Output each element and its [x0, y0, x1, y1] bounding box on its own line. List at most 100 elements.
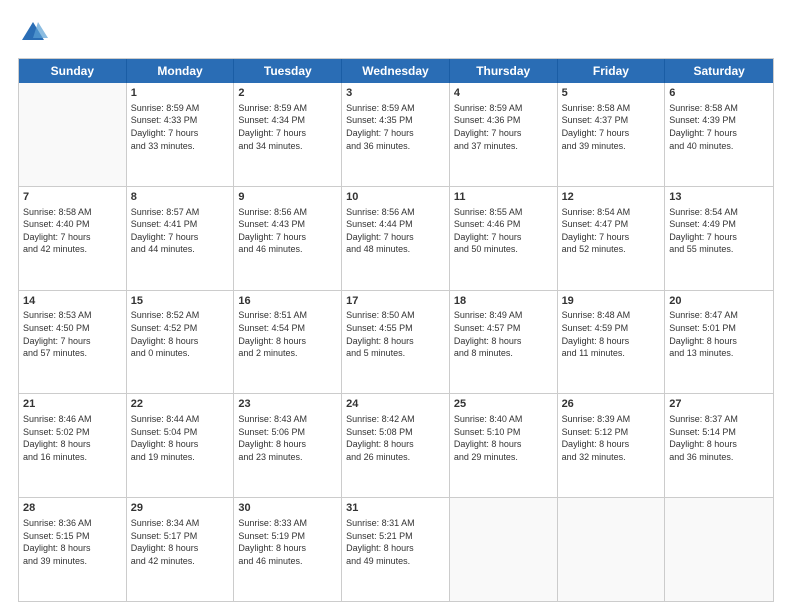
day-info: Sunrise: 8:49 AM Sunset: 4:57 PM Dayligh…: [454, 309, 553, 359]
cal-cell: 30Sunrise: 8:33 AM Sunset: 5:19 PM Dayli…: [234, 498, 342, 601]
day-info: Sunrise: 8:53 AM Sunset: 4:50 PM Dayligh…: [23, 309, 122, 359]
day-number: 16: [238, 294, 337, 309]
day-info: Sunrise: 8:31 AM Sunset: 5:21 PM Dayligh…: [346, 517, 445, 567]
logo: [18, 18, 52, 48]
day-info: Sunrise: 8:59 AM Sunset: 4:33 PM Dayligh…: [131, 102, 230, 152]
cal-cell: 19Sunrise: 8:48 AM Sunset: 4:59 PM Dayli…: [558, 291, 666, 394]
day-info: Sunrise: 8:48 AM Sunset: 4:59 PM Dayligh…: [562, 309, 661, 359]
day-number: 6: [669, 86, 769, 101]
cal-cell: 25Sunrise: 8:40 AM Sunset: 5:10 PM Dayli…: [450, 394, 558, 497]
day-info: Sunrise: 8:58 AM Sunset: 4:40 PM Dayligh…: [23, 206, 122, 256]
day-info: Sunrise: 8:37 AM Sunset: 5:14 PM Dayligh…: [669, 413, 769, 463]
cal-cell: 26Sunrise: 8:39 AM Sunset: 5:12 PM Dayli…: [558, 394, 666, 497]
calendar-row-2: 14Sunrise: 8:53 AM Sunset: 4:50 PM Dayli…: [19, 290, 773, 394]
day-number: 14: [23, 294, 122, 309]
day-info: Sunrise: 8:59 AM Sunset: 4:35 PM Dayligh…: [346, 102, 445, 152]
day-number: 25: [454, 397, 553, 412]
day-number: 27: [669, 397, 769, 412]
cal-cell: 6Sunrise: 8:58 AM Sunset: 4:39 PM Daylig…: [665, 83, 773, 186]
cal-cell: [665, 498, 773, 601]
cal-cell: 20Sunrise: 8:47 AM Sunset: 5:01 PM Dayli…: [665, 291, 773, 394]
day-number: 30: [238, 501, 337, 516]
day-number: 9: [238, 190, 337, 205]
day-number: 26: [562, 397, 661, 412]
day-info: Sunrise: 8:43 AM Sunset: 5:06 PM Dayligh…: [238, 413, 337, 463]
day-info: Sunrise: 8:57 AM Sunset: 4:41 PM Dayligh…: [131, 206, 230, 256]
page: SundayMondayTuesdayWednesdayThursdayFrid…: [0, 0, 792, 612]
day-number: 7: [23, 190, 122, 205]
day-number: 17: [346, 294, 445, 309]
cal-cell: 12Sunrise: 8:54 AM Sunset: 4:47 PM Dayli…: [558, 187, 666, 290]
day-number: 8: [131, 190, 230, 205]
day-info: Sunrise: 8:58 AM Sunset: 4:37 PM Dayligh…: [562, 102, 661, 152]
cal-cell: 8Sunrise: 8:57 AM Sunset: 4:41 PM Daylig…: [127, 187, 235, 290]
day-info: Sunrise: 8:52 AM Sunset: 4:52 PM Dayligh…: [131, 309, 230, 359]
day-number: 23: [238, 397, 337, 412]
day-number: 13: [669, 190, 769, 205]
day-info: Sunrise: 8:47 AM Sunset: 5:01 PM Dayligh…: [669, 309, 769, 359]
cal-cell: 24Sunrise: 8:42 AM Sunset: 5:08 PM Dayli…: [342, 394, 450, 497]
day-info: Sunrise: 8:58 AM Sunset: 4:39 PM Dayligh…: [669, 102, 769, 152]
cal-cell: 21Sunrise: 8:46 AM Sunset: 5:02 PM Dayli…: [19, 394, 127, 497]
logo-icon: [18, 18, 48, 48]
cal-cell: 29Sunrise: 8:34 AM Sunset: 5:17 PM Dayli…: [127, 498, 235, 601]
day-number: 12: [562, 190, 661, 205]
cal-cell: 10Sunrise: 8:56 AM Sunset: 4:44 PM Dayli…: [342, 187, 450, 290]
calendar-header: SundayMondayTuesdayWednesdayThursdayFrid…: [19, 59, 773, 83]
cal-cell: 11Sunrise: 8:55 AM Sunset: 4:46 PM Dayli…: [450, 187, 558, 290]
day-number: 2: [238, 86, 337, 101]
calendar-row-1: 7Sunrise: 8:58 AM Sunset: 4:40 PM Daylig…: [19, 186, 773, 290]
day-info: Sunrise: 8:33 AM Sunset: 5:19 PM Dayligh…: [238, 517, 337, 567]
day-number: 21: [23, 397, 122, 412]
calendar-row-0: 1Sunrise: 8:59 AM Sunset: 4:33 PM Daylig…: [19, 83, 773, 186]
day-info: Sunrise: 8:50 AM Sunset: 4:55 PM Dayligh…: [346, 309, 445, 359]
day-number: 29: [131, 501, 230, 516]
day-number: 5: [562, 86, 661, 101]
cal-cell: 2Sunrise: 8:59 AM Sunset: 4:34 PM Daylig…: [234, 83, 342, 186]
day-info: Sunrise: 8:40 AM Sunset: 5:10 PM Dayligh…: [454, 413, 553, 463]
day-number: 24: [346, 397, 445, 412]
day-number: 4: [454, 86, 553, 101]
cal-cell: 18Sunrise: 8:49 AM Sunset: 4:57 PM Dayli…: [450, 291, 558, 394]
calendar-row-4: 28Sunrise: 8:36 AM Sunset: 5:15 PM Dayli…: [19, 497, 773, 601]
calendar: SundayMondayTuesdayWednesdayThursdayFrid…: [18, 58, 774, 602]
header-day-wednesday: Wednesday: [342, 59, 450, 83]
header-day-thursday: Thursday: [450, 59, 558, 83]
cal-cell: [19, 83, 127, 186]
cal-cell: 4Sunrise: 8:59 AM Sunset: 4:36 PM Daylig…: [450, 83, 558, 186]
cal-cell: 1Sunrise: 8:59 AM Sunset: 4:33 PM Daylig…: [127, 83, 235, 186]
cal-cell: [558, 498, 666, 601]
day-number: 3: [346, 86, 445, 101]
day-number: 11: [454, 190, 553, 205]
day-number: 20: [669, 294, 769, 309]
cal-cell: 15Sunrise: 8:52 AM Sunset: 4:52 PM Dayli…: [127, 291, 235, 394]
day-info: Sunrise: 8:42 AM Sunset: 5:08 PM Dayligh…: [346, 413, 445, 463]
header-day-saturday: Saturday: [665, 59, 773, 83]
day-number: 28: [23, 501, 122, 516]
day-info: Sunrise: 8:44 AM Sunset: 5:04 PM Dayligh…: [131, 413, 230, 463]
cal-cell: 7Sunrise: 8:58 AM Sunset: 4:40 PM Daylig…: [19, 187, 127, 290]
header-day-tuesday: Tuesday: [234, 59, 342, 83]
day-info: Sunrise: 8:56 AM Sunset: 4:44 PM Dayligh…: [346, 206, 445, 256]
cal-cell: 23Sunrise: 8:43 AM Sunset: 5:06 PM Dayli…: [234, 394, 342, 497]
day-info: Sunrise: 8:34 AM Sunset: 5:17 PM Dayligh…: [131, 517, 230, 567]
cal-cell: 9Sunrise: 8:56 AM Sunset: 4:43 PM Daylig…: [234, 187, 342, 290]
cal-cell: 16Sunrise: 8:51 AM Sunset: 4:54 PM Dayli…: [234, 291, 342, 394]
header-day-monday: Monday: [127, 59, 235, 83]
cal-cell: 31Sunrise: 8:31 AM Sunset: 5:21 PM Dayli…: [342, 498, 450, 601]
day-number: 22: [131, 397, 230, 412]
cal-cell: 22Sunrise: 8:44 AM Sunset: 5:04 PM Dayli…: [127, 394, 235, 497]
cal-cell: 3Sunrise: 8:59 AM Sunset: 4:35 PM Daylig…: [342, 83, 450, 186]
day-info: Sunrise: 8:55 AM Sunset: 4:46 PM Dayligh…: [454, 206, 553, 256]
cal-cell: [450, 498, 558, 601]
day-number: 10: [346, 190, 445, 205]
day-number: 15: [131, 294, 230, 309]
cal-cell: 14Sunrise: 8:53 AM Sunset: 4:50 PM Dayli…: [19, 291, 127, 394]
day-info: Sunrise: 8:46 AM Sunset: 5:02 PM Dayligh…: [23, 413, 122, 463]
cal-cell: 28Sunrise: 8:36 AM Sunset: 5:15 PM Dayli…: [19, 498, 127, 601]
day-number: 19: [562, 294, 661, 309]
day-number: 18: [454, 294, 553, 309]
day-info: Sunrise: 8:56 AM Sunset: 4:43 PM Dayligh…: [238, 206, 337, 256]
cal-cell: 17Sunrise: 8:50 AM Sunset: 4:55 PM Dayli…: [342, 291, 450, 394]
day-number: 1: [131, 86, 230, 101]
